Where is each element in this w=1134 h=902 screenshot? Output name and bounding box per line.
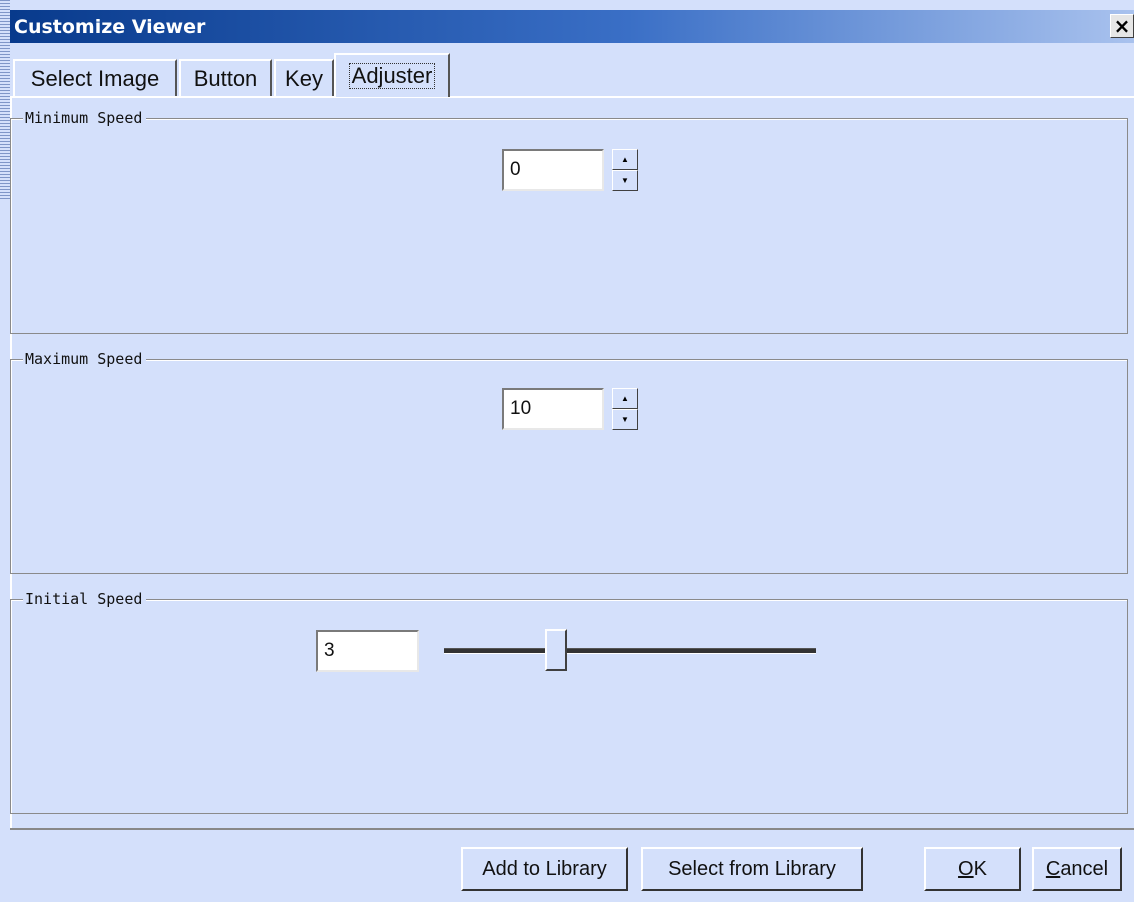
window-title: Customize Viewer: [14, 15, 206, 38]
close-button[interactable]: ×: [1110, 14, 1134, 38]
tab-button[interactable]: Button: [179, 59, 272, 97]
title-bar[interactable]: Customize Viewer ×: [10, 10, 1134, 43]
minimum-speed-increment[interactable]: ▲: [612, 149, 638, 170]
minimum-speed-label: Minimum Speed: [23, 109, 147, 127]
minimum-speed-spinner[interactable]: ▲ ▼: [612, 149, 638, 191]
initial-speed-slider-thumb[interactable]: [545, 629, 567, 671]
arrow-up-icon: ▲: [621, 394, 629, 403]
maximum-speed-increment[interactable]: ▲: [612, 388, 638, 409]
ok-button-label: OK: [958, 857, 987, 880]
add-to-library-button[interactable]: Add to Library: [461, 847, 628, 891]
select-from-library-button[interactable]: Select from Library: [641, 847, 863, 891]
cancel-button-label: Cancel: [1045, 857, 1109, 880]
maximum-speed-spinner[interactable]: ▲ ▼: [612, 388, 638, 430]
tab-adjuster[interactable]: Adjuster: [334, 53, 450, 97]
minimum-speed-input[interactable]: 0: [502, 149, 604, 191]
window-edge-decoration: [0, 0, 10, 200]
arrow-down-icon: ▼: [621, 415, 629, 424]
cancel-button[interactable]: Cancel: [1032, 847, 1122, 891]
initial-speed-slider-track[interactable]: [444, 648, 816, 654]
maximum-speed-label: Maximum Speed: [23, 350, 147, 368]
initial-speed-group: Initial Speed: [10, 590, 1128, 814]
footer-divider: [10, 828, 1134, 830]
arrow-down-icon: ▼: [621, 176, 629, 185]
arrow-up-icon: ▲: [621, 155, 629, 164]
ok-button[interactable]: OK: [924, 847, 1021, 891]
tab-select-image[interactable]: Select Image: [13, 59, 177, 97]
maximum-speed-input[interactable]: 10: [502, 388, 604, 430]
initial-speed-input[interactable]: 3: [316, 630, 419, 672]
maximum-speed-decrement[interactable]: ▼: [612, 409, 638, 430]
close-icon: ×: [1113, 14, 1131, 38]
initial-speed-label: Initial Speed: [23, 590, 147, 608]
tab-key[interactable]: Key: [274, 59, 334, 97]
minimum-speed-decrement[interactable]: ▼: [612, 170, 638, 191]
